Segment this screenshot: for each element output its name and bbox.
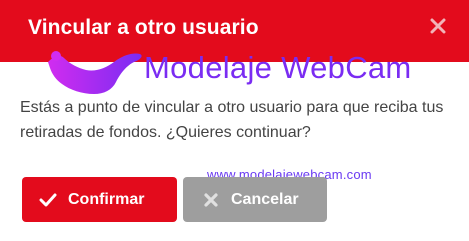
close-button[interactable]	[427, 15, 449, 37]
checkmark-icon	[38, 191, 58, 209]
confirm-label: Confirmar	[68, 190, 145, 208]
cancel-button[interactable]: Cancelar	[183, 177, 327, 222]
dialog-title: Vincular a otro usuario	[28, 16, 259, 39]
watermark-brand: Modelaje WebCam	[144, 50, 412, 85]
cancel-label: Cancelar	[231, 190, 299, 208]
link-user-dialog: Vincular a otro usuario Modelaje WebCam …	[0, 0, 469, 241]
x-icon	[201, 191, 221, 209]
close-icon	[430, 18, 446, 34]
dialog-message: Estás a punto de vincular a otro usuario…	[20, 99, 444, 141]
confirm-button[interactable]: Confirmar	[22, 177, 177, 222]
